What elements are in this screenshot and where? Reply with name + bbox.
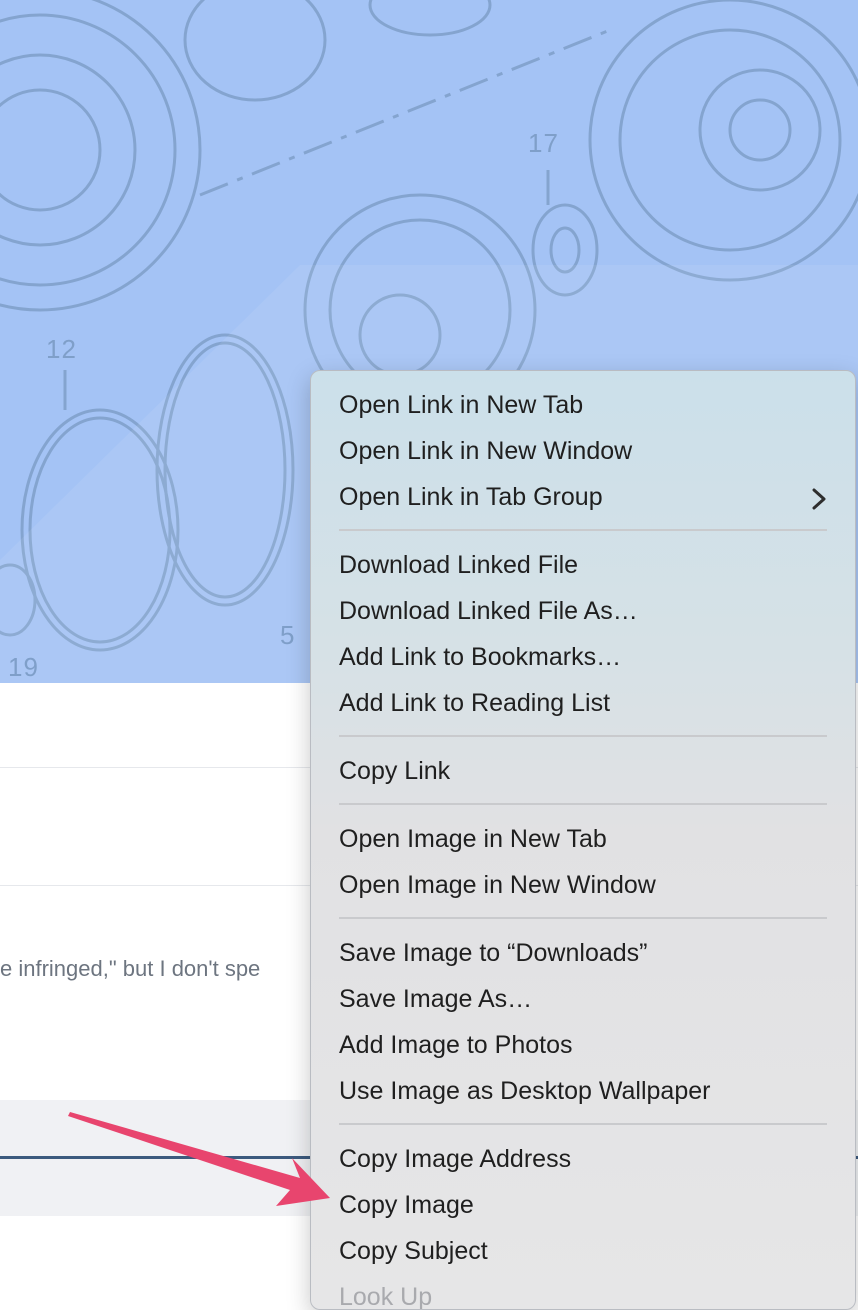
menu-item-copy-link[interactable]: Copy Link [339, 748, 827, 794]
menu-item-add-link-bookmarks[interactable]: Add Link to Bookmarks… [339, 634, 827, 680]
part-label: 5 [280, 620, 296, 650]
menu-item-label: Copy Subject [339, 1237, 488, 1265]
menu-item-label: Open Image in New Window [339, 871, 656, 899]
menu-item-label: Copy Image [339, 1191, 474, 1219]
menu-separator [339, 1123, 827, 1125]
menu-item-label: Add Link to Reading List [339, 689, 611, 717]
menu-item-label: Add Image to Photos [339, 1031, 573, 1059]
menu-item-save-image-downloads[interactable]: Save Image to “Downloads” [339, 930, 827, 976]
menu-item-open-image-new-tab[interactable]: Open Image in New Tab [339, 816, 827, 862]
chevron-right-icon [811, 474, 827, 520]
page-text-snippet: e infringed," but I don't spe [0, 956, 261, 981]
part-label: 17 [528, 128, 559, 158]
menu-item-label: Save Image As… [339, 985, 533, 1013]
menu-separator [339, 529, 827, 531]
menu-item-label: Open Link in Tab Group [339, 483, 603, 511]
menu-item-add-link-reading-list[interactable]: Add Link to Reading List [339, 680, 827, 726]
menu-item-label: Save Image to “Downloads” [339, 939, 648, 967]
menu-separator [339, 803, 827, 805]
menu-item-open-link-new-tab[interactable]: Open Link in New Tab [339, 382, 827, 428]
menu-item-label: Open Link in New Tab [339, 391, 584, 419]
menu-item-label: Download Linked File As… [339, 597, 638, 625]
part-label: 19 [8, 652, 39, 682]
menu-item-label: Look Up [339, 1283, 433, 1310]
menu-item-look-up: Look Up [339, 1274, 827, 1310]
menu-item-copy-subject[interactable]: Copy Subject [339, 1228, 827, 1274]
part-label: 12 [46, 334, 77, 364]
menu-separator [339, 917, 827, 919]
menu-item-label: Use Image as Desktop Wallpaper [339, 1077, 711, 1105]
menu-item-label: Open Image in New Tab [339, 825, 607, 853]
menu-item-label: Add Link to Bookmarks… [339, 643, 622, 671]
menu-item-copy-image[interactable]: Copy Image [339, 1182, 827, 1228]
menu-item-open-link-new-window[interactable]: Open Link in New Window [339, 428, 827, 474]
menu-item-label: Download Linked File [339, 551, 579, 579]
menu-item-open-link-tab-group[interactable]: Open Link in Tab Group [339, 474, 827, 520]
menu-item-download-linked-file[interactable]: Download Linked File [339, 542, 827, 588]
context-menu: Open Link in New Tab Open Link in New Wi… [310, 370, 856, 1310]
menu-item-label: Open Link in New Window [339, 437, 633, 465]
menu-item-use-image-wallpaper[interactable]: Use Image as Desktop Wallpaper [339, 1068, 827, 1114]
menu-item-copy-image-address[interactable]: Copy Image Address [339, 1136, 827, 1182]
menu-item-open-image-new-window[interactable]: Open Image in New Window [339, 862, 827, 908]
menu-item-label: Copy Image Address [339, 1145, 572, 1173]
menu-item-label: Copy Link [339, 757, 451, 785]
menu-item-download-linked-file-as[interactable]: Download Linked File As… [339, 588, 827, 634]
menu-separator [339, 735, 827, 737]
menu-item-save-image-as[interactable]: Save Image As… [339, 976, 827, 1022]
menu-item-add-image-photos[interactable]: Add Image to Photos [339, 1022, 827, 1068]
